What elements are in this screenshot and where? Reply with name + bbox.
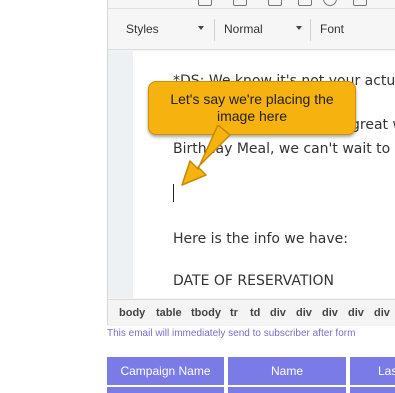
rich-text-editor: Styles Normal Font *DS: We know it's not… xyxy=(107,0,395,326)
format-toolbar: Styles Normal Font xyxy=(108,9,395,50)
circle-icon[interactable] xyxy=(323,0,337,6)
styles-dropdown-label: Styles xyxy=(126,22,159,36)
font-dropdown-label: Font xyxy=(320,22,345,36)
chevron-down-icon xyxy=(296,26,302,30)
format-dropdown[interactable]: Normal xyxy=(224,19,302,39)
path-item[interactable]: td xyxy=(250,307,260,319)
callout-arrow-icon xyxy=(181,125,231,186)
path-item[interactable]: table xyxy=(156,307,182,319)
table-row-strip xyxy=(107,387,224,393)
path-item[interactable]: body xyxy=(119,307,145,319)
text-cursor xyxy=(173,184,174,202)
chevron-down-icon xyxy=(198,26,204,30)
format-dropdown-label: Normal xyxy=(224,22,263,36)
toolbar-icon-row xyxy=(108,0,395,9)
table-row-strip xyxy=(350,387,395,393)
font-dropdown[interactable]: Font xyxy=(320,19,395,39)
path-item[interactable]: div xyxy=(270,307,286,319)
path-item[interactable]: tr xyxy=(230,307,238,319)
document-line: Here is the info we have: xyxy=(173,231,348,247)
callout-text: Let's say we're placing the image here xyxy=(170,91,334,124)
table-header-label: Name xyxy=(270,364,303,378)
toolbar-button-icon[interactable] xyxy=(198,0,212,6)
send-notice: This email will immediately send to subs… xyxy=(107,328,356,339)
toolbar-divider xyxy=(310,19,311,41)
table-header-label: Las xyxy=(378,364,395,378)
styles-dropdown[interactable]: Styles xyxy=(126,19,204,39)
table-header-label: Campaign Name xyxy=(120,364,211,378)
path-item[interactable]: div xyxy=(374,307,390,319)
path-item[interactable]: div xyxy=(322,307,338,319)
table-row-strip xyxy=(228,387,346,393)
table-header-campaign-name[interactable]: Campaign Name xyxy=(107,357,224,385)
element-path-bar: body table tbody tr td div div div div d… xyxy=(108,299,395,326)
document-line: DATE OF RESERVATION xyxy=(173,273,335,289)
table-header-last[interactable]: Las xyxy=(350,357,395,385)
path-item[interactable]: div xyxy=(348,307,364,319)
path-item[interactable]: tbody xyxy=(191,307,221,319)
table-icon[interactable] xyxy=(268,0,282,6)
toolbar-button-icon[interactable] xyxy=(233,0,247,6)
toolbar-divider xyxy=(214,19,215,41)
toolbar-button-icon[interactable] xyxy=(298,0,312,6)
table-header-name[interactable]: Name xyxy=(228,357,346,385)
document-line: great w xyxy=(351,117,395,133)
toolbar-button-icon[interactable] xyxy=(353,0,367,6)
path-item[interactable]: div xyxy=(296,307,312,319)
